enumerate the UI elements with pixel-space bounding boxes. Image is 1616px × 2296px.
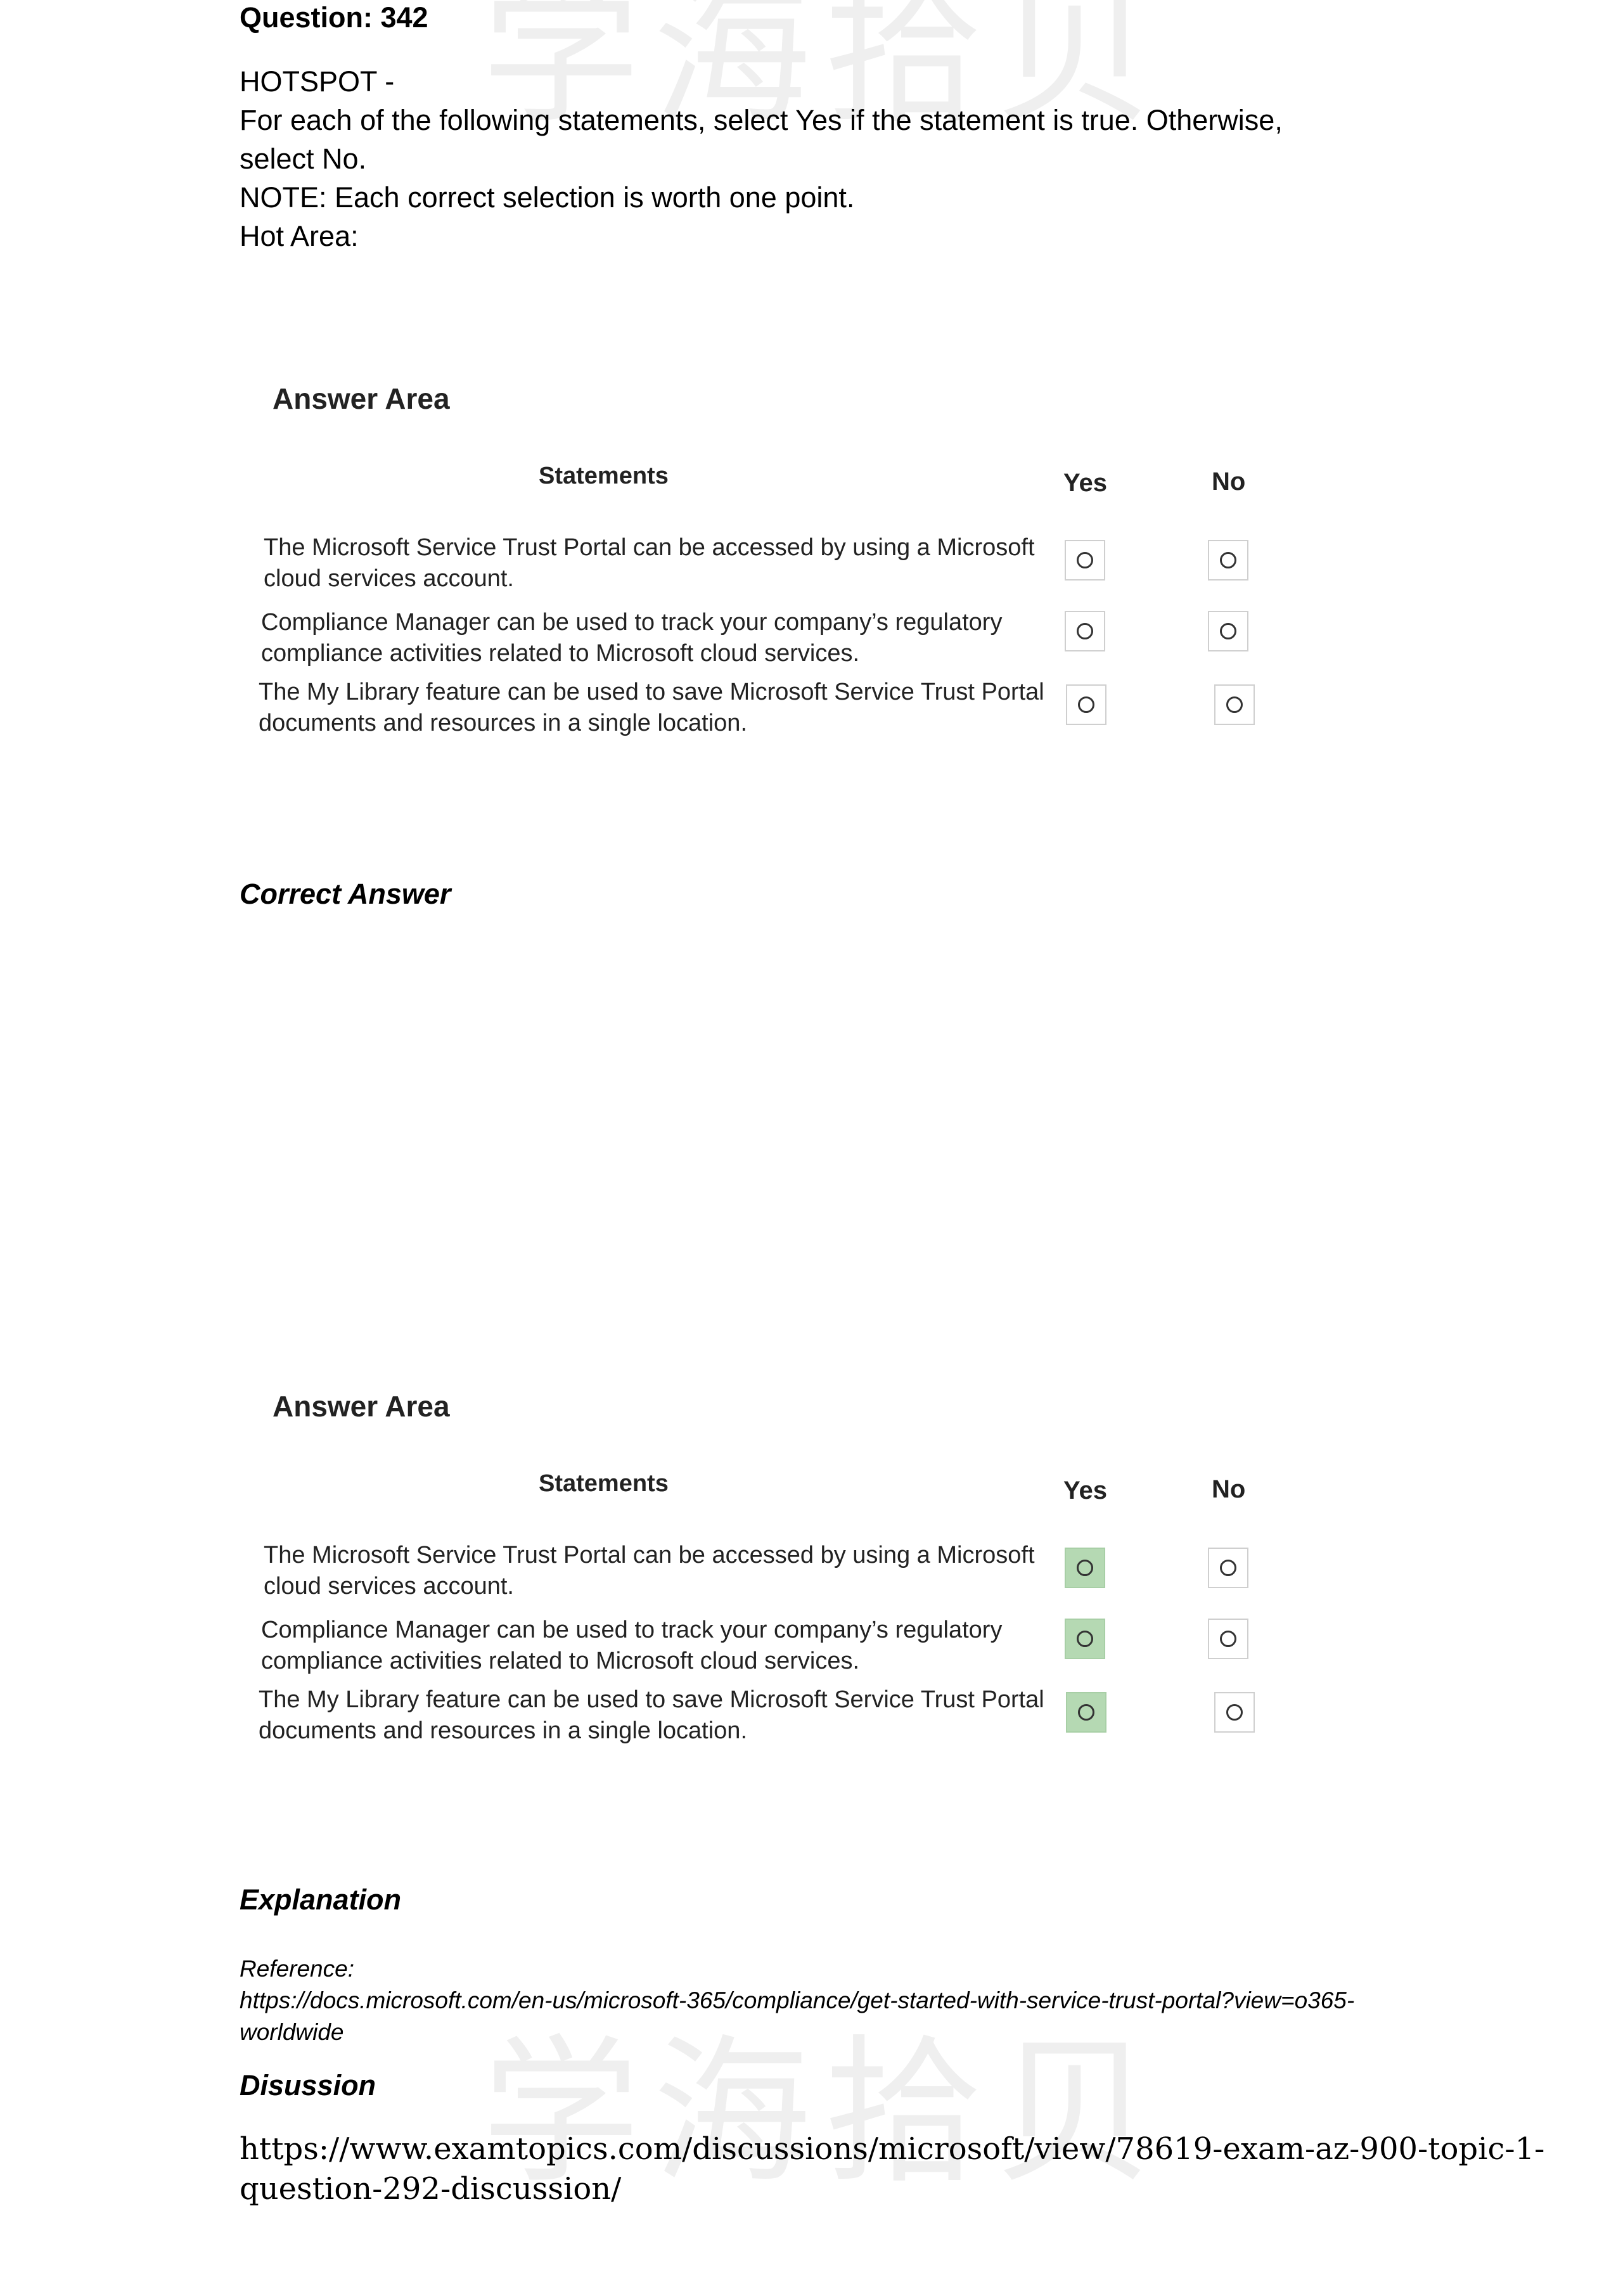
statement-3-yes-radio[interactable]	[1066, 684, 1106, 725]
question-title: Question: 342	[240, 1, 428, 34]
reference-label: Reference:	[240, 1956, 354, 1982]
no-header: No	[1212, 468, 1246, 496]
discussion-url-line[interactable]: https://www.examtopics.com/discussions/m…	[240, 2129, 1544, 2169]
statement-3: The My Library feature can be used to sa…	[259, 677, 1044, 739]
statement-2-no-radio[interactable]	[1208, 1619, 1248, 1659]
discussion-heading: Disussion	[240, 2069, 376, 2101]
statement-3: The My Library feature can be used to sa…	[259, 1684, 1044, 1747]
radio-circle-icon	[1220, 623, 1236, 639]
no-header: No	[1212, 1475, 1246, 1503]
statement-line: The My Library feature can be used to sa…	[259, 679, 1044, 705]
statement-2-yes-radio[interactable]	[1065, 611, 1105, 651]
statements-header: Statements	[539, 463, 669, 489]
statement-1-yes-radio[interactable]	[1065, 540, 1105, 580]
statement-2: Compliance Manager can be used to track …	[261, 1615, 1002, 1677]
statement-line: The Microsoft Service Trust Portal can b…	[264, 1542, 1035, 1568]
discussion-link[interactable]: https://www.examtopics.com/discussions/m…	[240, 2129, 1544, 2209]
statements-header: Statements	[539, 1470, 669, 1497]
radio-circle-icon	[1077, 552, 1093, 568]
statement-1: The Microsoft Service Trust Portal can b…	[264, 1540, 1035, 1602]
statement-line: Compliance Manager can be used to track …	[261, 609, 1003, 636]
intro-line: NOTE: Each correct selection is worth on…	[240, 181, 855, 214]
correct-answer-grid: Answer Area Statements Yes No The Micros…	[241, 1382, 1280, 1787]
intro-line: HOTSPOT -	[240, 65, 395, 98]
radio-circle-icon	[1220, 552, 1236, 568]
statement-line: Compliance Manager can be used to track …	[261, 1617, 1003, 1643]
explanation-heading: Explanation	[240, 1883, 402, 1916]
reference-link[interactable]: https://docs.microsoft.com/en-us/microso…	[240, 1985, 1354, 2017]
radio-circle-icon	[1077, 623, 1093, 639]
yes-header: Yes	[1063, 469, 1107, 497]
discussion-url-line[interactable]: question-292-discussion/	[240, 2169, 1544, 2209]
radio-circle-icon	[1078, 1704, 1094, 1721]
correct-answer-heading: Correct Answer	[240, 878, 451, 910]
radio-circle-icon	[1220, 1560, 1236, 1576]
radio-circle-icon	[1226, 696, 1243, 713]
question-intro: HOTSPOT - For each of the following stat…	[240, 62, 1380, 255]
statement-line: cloud services account.	[264, 565, 514, 592]
answer-area-title: Answer Area	[273, 1390, 450, 1423]
statement-line: documents and resources in a single loca…	[259, 1717, 748, 1744]
reference-link[interactable]: worldwide	[240, 2017, 1354, 2048]
radio-circle-icon	[1220, 1631, 1236, 1647]
hot-area-answer-grid: Answer Area Statements Yes No The Micros…	[241, 374, 1280, 779]
statement-line: cloud services account.	[264, 1573, 514, 1600]
statement-1-no-radio[interactable]	[1208, 1548, 1248, 1588]
radio-circle-icon	[1226, 1704, 1243, 1721]
statement-line: The Microsoft Service Trust Portal can b…	[264, 534, 1035, 561]
statement-1: The Microsoft Service Trust Portal can b…	[264, 532, 1035, 594]
reference-block: Reference: https://docs.microsoft.com/en…	[240, 1953, 1354, 2048]
statement-line: The My Library feature can be used to sa…	[259, 1686, 1044, 1713]
radio-circle-icon	[1077, 1560, 1093, 1576]
statement-3-no-radio[interactable]	[1214, 1692, 1255, 1733]
statement-3-yes-radio[interactable]	[1066, 1692, 1106, 1733]
radio-circle-icon	[1077, 1631, 1093, 1647]
intro-line: For each of the following statements, se…	[240, 104, 1283, 136]
statement-1-no-radio[interactable]	[1208, 540, 1248, 580]
radio-circle-icon	[1078, 696, 1094, 713]
statement-line: documents and resources in a single loca…	[259, 710, 748, 736]
yes-header: Yes	[1063, 1477, 1107, 1504]
statement-2-yes-radio[interactable]	[1065, 1619, 1105, 1659]
statement-line: compliance activities related to Microso…	[261, 640, 860, 667]
answer-area-title: Answer Area	[273, 382, 450, 415]
intro-line: Hot Area:	[240, 220, 359, 252]
statement-3-no-radio[interactable]	[1214, 684, 1255, 725]
intro-line: select No.	[240, 143, 367, 175]
statement-1-yes-radio[interactable]	[1065, 1548, 1105, 1588]
statement-2: Compliance Manager can be used to track …	[261, 607, 1002, 669]
statement-line: compliance activities related to Microso…	[261, 1648, 860, 1674]
statement-2-no-radio[interactable]	[1208, 611, 1248, 651]
